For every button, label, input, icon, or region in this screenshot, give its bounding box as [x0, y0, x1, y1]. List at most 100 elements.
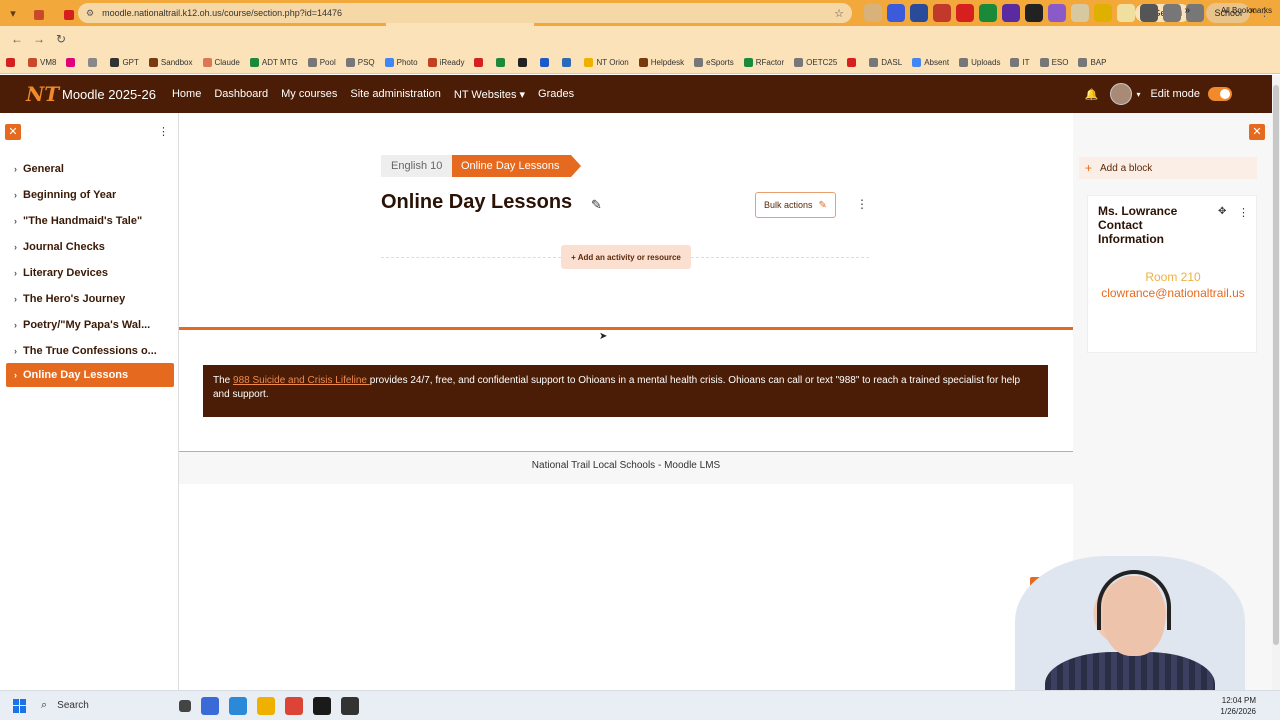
page-scrollbar[interactable]: [1272, 75, 1280, 690]
notepad-app-icon[interactable]: [229, 696, 247, 715]
bookmark-item[interactable]: DASL: [869, 58, 902, 67]
chevron-right-icon[interactable]: ›: [14, 216, 17, 226]
obs-app-icon[interactable]: [341, 696, 359, 715]
course-section-item[interactable]: › The Hero's Journey: [6, 287, 174, 311]
bookmark-star-icon[interactable]: ☆: [834, 7, 844, 20]
bookmark-item[interactable]: [562, 58, 574, 67]
bookmark-item[interactable]: [6, 58, 18, 67]
drawer-menu-icon[interactable]: ⋮: [158, 125, 169, 138]
course-section-item[interactable]: › The True Confessions o...: [6, 339, 174, 363]
bookmark-item[interactable]: eSports: [694, 58, 734, 67]
course-section-item[interactable]: › Journal Checks: [6, 235, 174, 259]
copilot-app-icon[interactable]: [201, 696, 219, 715]
extension-icon[interactable]: [933, 4, 951, 22]
chevron-right-icon[interactable]: ›: [14, 190, 17, 200]
scrollbar-thumb[interactable]: [1273, 85, 1279, 645]
extension-icon[interactable]: [864, 4, 882, 22]
chevron-right-icon[interactable]: ›: [14, 370, 17, 380]
close-drawer-icon[interactable]: ✕: [5, 124, 21, 140]
bookmark-item[interactable]: Pool: [307, 58, 336, 67]
bookmark-item[interactable]: VM8: [28, 58, 56, 67]
site-logo[interactable]: NT: [26, 81, 59, 107]
bookmark-item[interactable]: BAP: [1078, 58, 1106, 67]
site-name[interactable]: Moodle 2025-26: [62, 87, 156, 102]
extension-icon[interactable]: [910, 4, 928, 22]
add-block-button[interactable]: + Add a block: [1079, 157, 1257, 179]
extension-icon[interactable]: [1071, 4, 1089, 22]
user-menu-caret-icon[interactable]: ▾: [1136, 90, 1140, 99]
puzzle-icon[interactable]: [1140, 4, 1158, 22]
email-link[interactable]: clowrance@nationaltrail.us: [1098, 286, 1248, 301]
bookmark-item[interactable]: OETC25: [794, 58, 837, 67]
chevron-right-icon[interactable]: ›: [14, 320, 17, 330]
chrome-app-icon[interactable]: [285, 696, 303, 715]
nav-link[interactable]: Home: [172, 88, 201, 101]
bookmark-item[interactable]: [66, 58, 78, 67]
user-avatar[interactable]: [1110, 83, 1133, 105]
taskbar-search[interactable]: ⌕ Search: [41, 695, 169, 717]
block-menu-icon[interactable]: ⋮: [1238, 206, 1249, 219]
bookmark-item[interactable]: Uploads: [959, 58, 1000, 67]
course-section-item[interactable]: › Beginning of Year: [6, 183, 174, 207]
extension-icon[interactable]: [1048, 4, 1066, 22]
chevron-right-icon[interactable]: ›: [14, 268, 17, 278]
close-block-drawer-icon[interactable]: ✕: [1249, 124, 1265, 140]
terminal-app-icon[interactable]: [313, 696, 331, 715]
bookmarks-overflow-icon[interactable]: »: [1184, 5, 1190, 16]
extension-icon[interactable]: [1094, 4, 1112, 22]
chevron-right-icon[interactable]: ›: [14, 242, 17, 252]
back-arrow-icon[interactable]: ←: [6, 32, 28, 46]
bulk-actions-button[interactable]: Bulk actions ✎: [755, 192, 836, 218]
reload-icon[interactable]: ↻: [50, 32, 72, 46]
bookmark-item[interactable]: RFactor: [743, 58, 784, 67]
extension-icon[interactable]: [956, 4, 974, 22]
bookmark-item[interactable]: PSQ: [345, 58, 375, 67]
nav-link[interactable]: Site administration: [350, 88, 441, 101]
course-section-item[interactable]: › Poetry/"My Papa's Wal...: [6, 313, 174, 337]
side-panel-icon[interactable]: [1163, 4, 1181, 22]
extension-icon[interactable]: [1002, 4, 1020, 22]
bookmark-item[interactable]: [474, 58, 486, 67]
extension-icon[interactable]: [1117, 4, 1135, 22]
bookmark-item[interactable]: Photo: [384, 58, 418, 67]
bookmark-item[interactable]: [518, 58, 530, 67]
lifeline-link[interactable]: 988 Suicide and Crisis Lifeline: [233, 375, 370, 386]
course-section-item[interactable]: › General: [6, 157, 174, 181]
nav-link[interactable]: NT Websites ▾: [454, 88, 525, 101]
all-bookmarks-button[interactable]: All Bookmarks: [1221, 6, 1272, 15]
files-app-icon[interactable]: [257, 696, 275, 715]
edit-mode-toggle[interactable]: [1208, 87, 1232, 101]
windows-start-icon[interactable]: [13, 698, 27, 713]
nav-link[interactable]: My courses: [281, 88, 337, 101]
forward-arrow-icon[interactable]: →: [28, 32, 50, 46]
system-clock[interactable]: 12:04 PM 1/26/2026: [1220, 695, 1256, 717]
bookmark-item[interactable]: [540, 58, 552, 67]
move-block-icon[interactable]: ✥: [1218, 206, 1226, 217]
bookmark-item[interactable]: Absent: [912, 58, 949, 67]
bookmark-item[interactable]: iReady: [427, 58, 464, 67]
notification-bell-icon[interactable]: 🔔: [1085, 88, 1099, 101]
breadcrumb-course[interactable]: English 10: [381, 155, 453, 177]
bookmark-item[interactable]: [847, 58, 859, 67]
task-view-icon[interactable]: [179, 699, 191, 712]
bookmark-item[interactable]: Sandbox: [148, 58, 193, 67]
extension-icon[interactable]: [979, 4, 997, 22]
extension-icon[interactable]: [1025, 4, 1043, 22]
bookmark-item[interactable]: ESO: [1039, 58, 1068, 67]
bookmark-item[interactable]: ADT MTG: [249, 58, 298, 67]
bookmark-item[interactable]: GPT: [110, 58, 139, 67]
chevron-right-icon[interactable]: ›: [14, 164, 17, 174]
extension-icon[interactable]: [887, 4, 905, 22]
course-section-item[interactable]: › Literary Devices: [6, 261, 174, 285]
tab-search-icon[interactable]: ▾: [0, 0, 26, 26]
bookmark-item[interactable]: [496, 58, 508, 67]
add-activity-button[interactable]: + Add an activity or resource: [561, 245, 691, 269]
edit-title-pencil-icon[interactable]: ✎: [591, 197, 602, 213]
section-menu-icon[interactable]: ⋮: [856, 197, 868, 211]
url-input[interactable]: ⚙ moodle.nationaltrail.k12.oh.us/course/…: [78, 3, 852, 23]
nav-link[interactable]: Grades: [538, 88, 574, 101]
course-section-item[interactable]: › "The Handmaid's Tale": [6, 209, 174, 233]
course-section-item[interactable]: › Online Day Lessons: [6, 363, 174, 387]
bookmark-item[interactable]: [88, 58, 100, 67]
bookmark-item[interactable]: NT Orion: [584, 58, 629, 67]
